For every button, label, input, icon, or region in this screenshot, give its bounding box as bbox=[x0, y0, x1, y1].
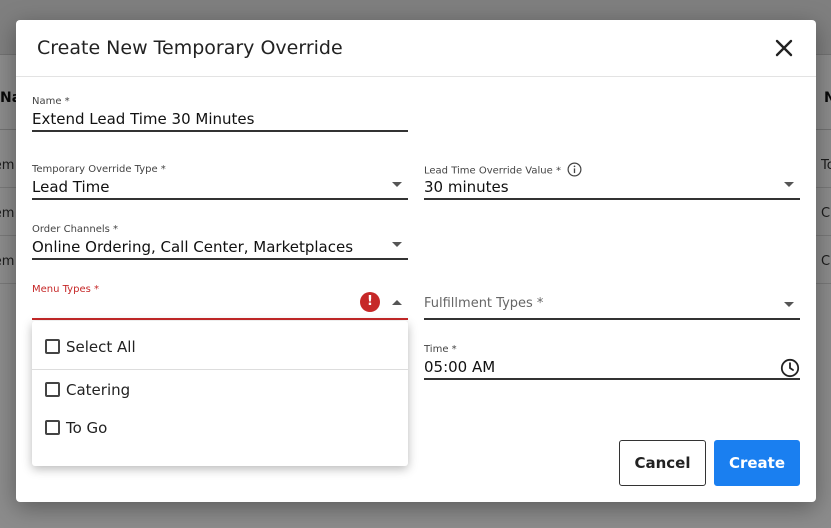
menu-types-dropdown: Select All Catering To Go bbox=[32, 321, 408, 466]
time-label: Time * bbox=[424, 344, 457, 355]
checkbox[interactable] bbox=[45, 382, 60, 397]
error-icon: ! bbox=[360, 292, 380, 312]
checkbox[interactable] bbox=[45, 339, 60, 354]
menu-types-label: Menu Types * bbox=[32, 284, 99, 295]
menu-option-catering[interactable]: Catering bbox=[32, 371, 408, 409]
lead-time-value-label-text: Lead Time Override Value * bbox=[424, 165, 561, 177]
name-value: Extend Lead Time 30 Minutes bbox=[32, 110, 255, 128]
cancel-button[interactable]: Cancel bbox=[619, 440, 706, 486]
close-button[interactable] bbox=[772, 36, 796, 60]
order-channels-select[interactable]: Order Channels * Online Ordering, Call C… bbox=[32, 224, 408, 260]
order-channels-label: Order Channels * bbox=[32, 224, 119, 235]
lead-time-value-value: 30 minutes bbox=[424, 178, 509, 196]
chevron-down-icon bbox=[784, 182, 794, 187]
name-field[interactable]: Name * Extend Lead Time 30 Minutes bbox=[32, 96, 408, 132]
override-type-underline bbox=[32, 198, 408, 200]
order-channels-value: Online Ordering, Call Center, Marketplac… bbox=[32, 238, 354, 256]
menu-option-to-go[interactable]: To Go bbox=[32, 409, 408, 447]
name-label: Name * bbox=[32, 96, 70, 107]
fulfillment-types-label: Fulfillment Types * bbox=[424, 296, 544, 311]
order-channels-underline bbox=[32, 258, 408, 260]
close-icon bbox=[775, 39, 793, 57]
time-field[interactable]: Time * 05:00 AM bbox=[424, 344, 800, 380]
create-button[interactable]: Create bbox=[714, 440, 800, 486]
chevron-up-icon bbox=[392, 300, 402, 305]
fulfillment-types-underline bbox=[424, 318, 800, 320]
chevron-down-icon bbox=[392, 182, 402, 187]
override-type-label: Temporary Override Type * bbox=[32, 164, 166, 175]
chevron-down-icon bbox=[392, 242, 402, 247]
time-value: 05:00 AM bbox=[424, 358, 496, 376]
time-underline bbox=[424, 378, 800, 380]
override-type-select[interactable]: Temporary Override Type * Lead Time bbox=[32, 164, 408, 200]
dialog-header: Create New Temporary Override bbox=[16, 20, 816, 77]
clock-icon[interactable] bbox=[780, 358, 800, 378]
chevron-down-icon bbox=[784, 302, 794, 307]
create-override-dialog: Create New Temporary Override Name * Ext… bbox=[16, 20, 816, 502]
menu-option-label: To Go bbox=[66, 419, 108, 437]
lead-time-value-underline bbox=[424, 198, 800, 200]
menu-option-label: Catering bbox=[66, 381, 131, 399]
menu-types-underline bbox=[32, 318, 408, 320]
checkbox[interactable] bbox=[45, 420, 60, 435]
name-underline bbox=[32, 130, 408, 132]
lead-time-value-label: Lead Time Override Value * bbox=[424, 162, 582, 177]
menu-types-select[interactable]: Menu Types * ! bbox=[32, 284, 408, 320]
info-icon[interactable] bbox=[567, 162, 582, 177]
menu-divider bbox=[32, 369, 408, 370]
dialog-title: Create New Temporary Override bbox=[37, 37, 343, 59]
lead-time-value-select[interactable]: Lead Time Override Value * 30 minutes bbox=[424, 162, 800, 200]
menu-option-label: Select All bbox=[66, 338, 136, 356]
menu-option-select-all[interactable]: Select All bbox=[32, 328, 408, 366]
fulfillment-types-select[interactable]: Fulfillment Types * bbox=[424, 284, 800, 320]
override-type-value: Lead Time bbox=[32, 178, 110, 196]
